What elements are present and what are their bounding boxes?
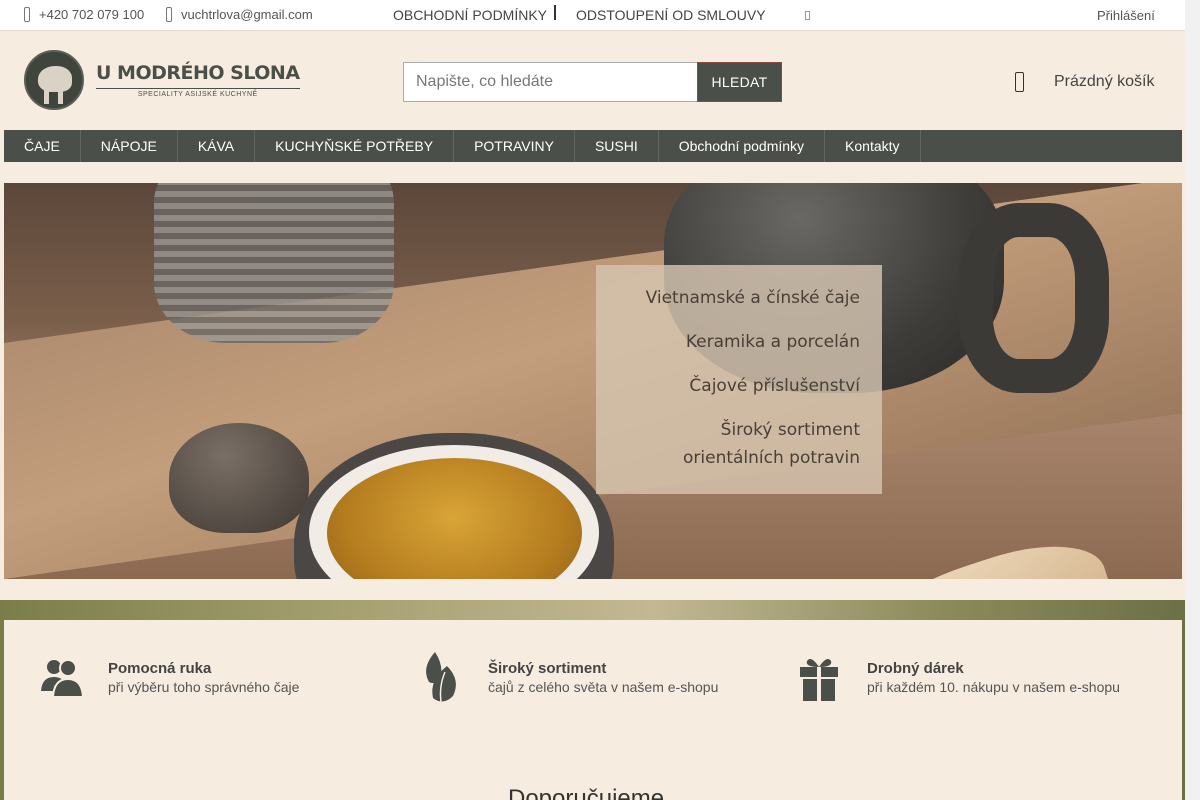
feature-title: Drobný dárek [867, 660, 964, 677]
feature-title: Široký sortiment [488, 660, 607, 677]
nav-item-sushi[interactable]: SUSHI [575, 130, 659, 162]
nav-item-kontakty[interactable]: Kontakty [825, 130, 921, 162]
feature-subtitle: při každém 10. nákupu v našem e-shopu [867, 679, 1120, 695]
logo-subtitle: SPECIALITY ASIJSKÉ KUCHYNĚ [96, 88, 300, 98]
bamboo-scoop-image [843, 525, 1125, 579]
elephant-logo-icon [24, 50, 84, 110]
envelope-icon [166, 7, 172, 22]
gift-icon [800, 659, 838, 701]
nav-item-potraviny[interactable]: POTRAVINY [454, 130, 575, 162]
leaves-icon [426, 652, 456, 703]
hero-banner[interactable]: Vietnamské a čínské čaje Keramika a porc… [4, 183, 1182, 579]
cart[interactable]: Prázdný košík [1015, 72, 1154, 92]
nav-item-obchodni-podminky[interactable]: Obchodní podmínky [659, 130, 826, 162]
nav-item-kava[interactable]: KÁVA [178, 130, 256, 162]
features-section [4, 620, 1182, 800]
cart-label: Prázdný košík [1054, 73, 1155, 90]
page-scrollbar[interactable] [1185, 0, 1200, 800]
logo-title: U MODRÉHO SLONA [96, 62, 300, 84]
nav-item-kuchynske-potreby[interactable]: KUCHYŇSKÉ POTŘEBY [255, 130, 455, 162]
nav-item-caje[interactable]: ČAJE [4, 130, 81, 162]
hero-line: Čajové příslušenství [689, 376, 860, 396]
feature-subtitle: při výběru toho správného čaje [108, 679, 300, 695]
top-bar: +420 702 079 100 vuchtrlova@gmail.com OB… [0, 0, 1185, 31]
hero-line: Široký sortiment [720, 420, 860, 440]
email-contact[interactable]: vuchtrlova@gmail.com [166, 7, 313, 22]
feature-subtitle: čajů z celého světa v našem e-shopu [488, 679, 719, 695]
teapot-handle [959, 203, 1109, 393]
search-button[interactable]: HLEDAT [697, 62, 782, 102]
terms-link[interactable]: OBCHODNÍ PODMÍNKY [393, 7, 547, 23]
main-nav: ČAJE NÁPOJE KÁVA KUCHYŇSKÉ POTŘEBY POTRA… [4, 130, 1182, 162]
search-bar: HLEDAT [403, 62, 782, 102]
email-address: vuchtrlova@gmail.com [181, 7, 313, 22]
phone-number: +420 702 079 100 [39, 7, 145, 22]
hero-line: orientálních potravin [683, 448, 860, 468]
shopping-bag-icon [1015, 72, 1024, 92]
divider [554, 5, 556, 20]
login-link[interactable]: Přihlášení [1097, 8, 1155, 23]
section-heading: Doporučujeme [508, 785, 665, 800]
hero-text-panel: Vietnamské a čínské čaje Keramika a porc… [596, 265, 882, 494]
hero-line: Vietnamské a čínské čaje [645, 288, 860, 308]
tea-strainer-image [154, 183, 394, 343]
hero-line: Keramika a porcelán [685, 332, 860, 352]
nav-item-napoje[interactable]: NÁPOJE [81, 130, 178, 162]
cup-lid-image [169, 423, 309, 533]
user-icon[interactable] [805, 11, 810, 20]
phone-contact[interactable]: +420 702 079 100 [24, 7, 144, 22]
feature-title: Pomocná ruka [108, 660, 212, 677]
search-input[interactable] [403, 62, 697, 102]
phone-icon [24, 7, 30, 22]
people-icon [41, 659, 84, 697]
withdrawal-link[interactable]: ODSTOUPENÍ OD SMLOUVY [576, 7, 766, 23]
logo[interactable]: U MODRÉHO SLONA SPECIALITY ASIJSKÉ KUCHY… [24, 50, 300, 110]
